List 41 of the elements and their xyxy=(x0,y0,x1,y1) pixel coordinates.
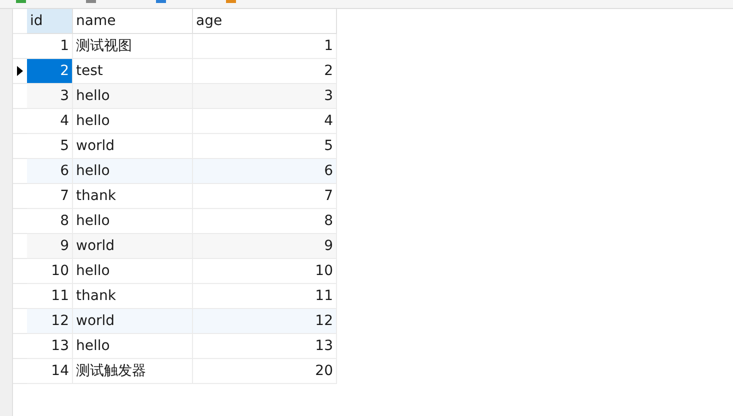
table-cell[interactable]: 10 xyxy=(193,259,337,284)
table-cell[interactable]: 9 xyxy=(193,234,337,259)
table-cell[interactable]: thank xyxy=(73,184,193,209)
table-cell[interactable]: world xyxy=(73,234,193,259)
toolbar-icon[interactable] xyxy=(226,0,236,3)
table-cell[interactable]: 3 xyxy=(193,84,337,109)
row-indicator-cell[interactable] xyxy=(13,234,27,259)
toolbar-icon[interactable] xyxy=(156,0,166,3)
column-header[interactable]: age xyxy=(193,9,337,34)
table-cell[interactable]: 3 xyxy=(27,84,73,109)
column-header[interactable]: id xyxy=(27,9,73,34)
table-cell[interactable]: 9 xyxy=(27,234,73,259)
table-cell[interactable]: hello xyxy=(73,84,193,109)
table-cell[interactable]: 6 xyxy=(193,159,337,184)
table-cell[interactable]: world xyxy=(73,309,193,334)
table-cell[interactable]: 6 xyxy=(27,159,73,184)
table-cell[interactable]: 12 xyxy=(27,309,73,334)
table-cell[interactable]: 10 xyxy=(27,259,73,284)
table-cell[interactable]: 4 xyxy=(193,109,337,134)
table-cell[interactable]: 测试视图 xyxy=(73,34,193,59)
table-cell[interactable]: hello xyxy=(73,259,193,284)
row-indicator-cell[interactable] xyxy=(13,159,27,184)
table-cell[interactable]: hello xyxy=(73,159,193,184)
table-cell[interactable]: 14 xyxy=(27,359,73,384)
table-cell[interactable]: 7 xyxy=(193,184,337,209)
table-cell[interactable]: 4 xyxy=(27,109,73,134)
table-cell[interactable]: 20 xyxy=(193,359,337,384)
row-indicator-cell[interactable] xyxy=(13,84,27,109)
table-cell[interactable]: 12 xyxy=(193,309,337,334)
toolbar-icon[interactable] xyxy=(86,0,96,3)
table-cell[interactable]: hello xyxy=(73,109,193,134)
column-header[interactable]: name xyxy=(73,9,193,34)
table-cell[interactable]: 测试触发器 xyxy=(73,359,193,384)
table-cell[interactable]: 2 xyxy=(27,59,73,84)
toolbar-icon[interactable] xyxy=(16,0,26,3)
table-cell[interactable]: 13 xyxy=(27,334,73,359)
table-cell[interactable]: 1 xyxy=(193,34,337,59)
table-cell[interactable]: hello xyxy=(73,334,193,359)
row-indicator-cell[interactable] xyxy=(13,309,27,334)
table-cell[interactable]: 7 xyxy=(27,184,73,209)
table-cell[interactable]: 13 xyxy=(193,334,337,359)
